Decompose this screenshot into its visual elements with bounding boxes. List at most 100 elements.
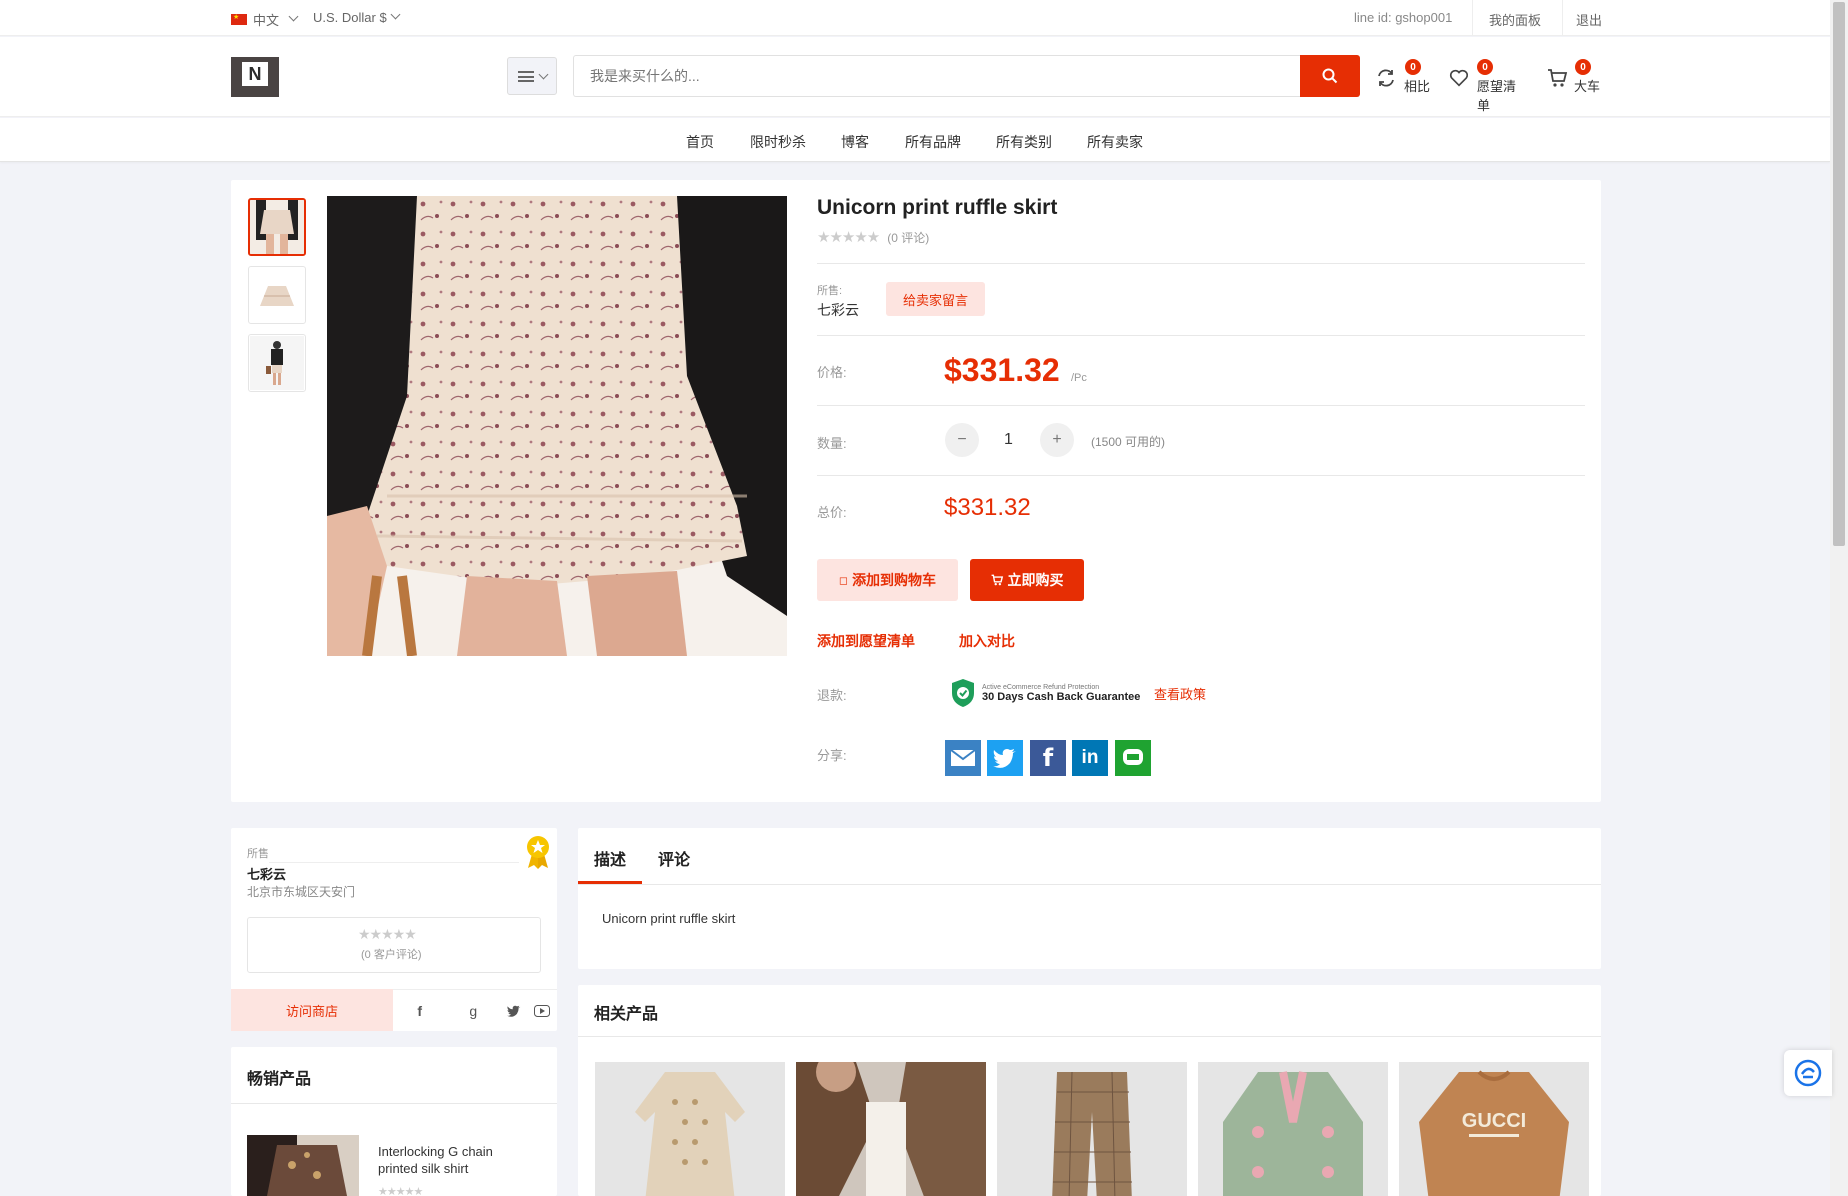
divider [231,1103,557,1104]
chevron-down-icon [288,11,299,22]
rating-row: ★★★★★ (0 评论) [817,228,929,246]
visit-store-button[interactable]: 访问商店 [231,989,393,1031]
seller-address: 北京市东城区天安门 [247,885,356,899]
dashboard-link[interactable]: 我的面板 [1489,10,1541,29]
china-flag-icon [231,13,247,25]
bestseller-image[interactable] [247,1135,359,1196]
quantity-input[interactable]: 1 [1004,431,1013,449]
compare-label: 相比 [1404,79,1431,94]
nav-home[interactable]: 首页 [686,132,714,152]
message-seller-button[interactable]: 给卖家留言 [886,282,985,316]
model-photo-icon [250,336,304,390]
review-count[interactable]: (0 评论) [887,229,929,246]
related-product-card[interactable]: GUCCI [1399,1062,1589,1196]
gg-dress-image [595,1062,785,1196]
chevron-down-icon [538,69,548,79]
bestseller-name[interactable]: Interlocking G chain printed silk shirt [378,1143,528,1177]
seller-rating-stars-icon: ★★★★★ [358,926,417,942]
scrollbar-thumb[interactable] [1833,2,1845,546]
divider [578,884,1601,885]
share-email-button[interactable] [945,740,981,776]
logo-letter: N [242,62,268,86]
tab-description[interactable]: 描述 [594,846,626,870]
thumbnail-3[interactable] [248,334,306,392]
skirt-flat-icon [250,268,304,322]
related-product-card[interactable] [595,1062,785,1196]
currency-selector[interactable]: U.S. Dollar $ [313,9,401,25]
nav-all-categories[interactable]: 所有类别 [996,132,1052,152]
cart-button[interactable]: 0 大车 [1547,59,1607,99]
buy-now-button[interactable]: 立即购买 [970,559,1084,601]
share-facebook-button[interactable]: f [1030,740,1066,776]
total-price-label: 总价: [817,505,847,520]
thumbnail-1[interactable] [248,198,306,256]
gg-cardigan-image [1198,1062,1388,1196]
related-product-card[interactable] [997,1062,1187,1196]
divider [817,335,1585,336]
share-twitter-button[interactable] [987,740,1023,776]
floating-chat-button[interactable] [1784,1050,1832,1096]
refresh-icon [1378,69,1394,87]
cart-icon [1548,69,1568,87]
nav-all-brands[interactable]: 所有品牌 [905,132,961,152]
search-button[interactable] [1300,55,1360,97]
view-policy-link[interactable]: 查看政策 [1154,684,1206,703]
facebook-icon[interactable]: f [400,1003,440,1019]
refund-badge: Active eCommerce Refund Protection 30 Da… [950,678,1140,708]
check-trousers-image [997,1062,1187,1196]
quantity-increase-button[interactable]: + [1040,423,1074,457]
site-logo[interactable]: N [231,57,279,97]
shield-icon [952,679,974,707]
divider [1562,0,1563,36]
wishlist-label: 愿望清单 [1477,79,1517,113]
language-selector[interactable]: 中文 [231,10,299,29]
share-line-button[interactable] [1115,740,1151,776]
nav-blog[interactable]: 博客 [841,132,869,152]
facebook-icon: f [1042,744,1054,772]
add-to-cart-button[interactable]: ◻ 添加到购物车 [817,559,958,601]
category-menu-button[interactable] [507,57,557,95]
compare-button[interactable]: 0 相比 [1375,59,1435,99]
gucci-logo-text: GUCCI [1462,1110,1526,1132]
related-products-title: 相关产品 [594,1006,659,1023]
top-bar: 中文 U.S. Dollar $ line id: gshop001 我的面板 … [0,0,1830,36]
google-icon[interactable]: g [453,1003,493,1019]
related-product-card[interactable] [1198,1062,1388,1196]
seller-name[interactable]: 七彩云 [817,300,859,320]
divider [817,405,1585,406]
seller-social-links: f g [393,989,557,1031]
skirt-photo-icon [250,200,304,254]
wishlist-button[interactable]: 0 愿望清单 [1448,59,1528,113]
seller-sold-by-label: 所售 [247,848,269,860]
seller-card-name[interactable]: 七彩云 [247,864,286,883]
divider [269,862,519,863]
twitter-icon[interactable] [506,1005,521,1017]
nav-flash-sale[interactable]: 限时秒杀 [750,132,806,152]
youtube-icon[interactable] [534,1004,551,1017]
add-to-wishlist-link[interactable]: 添加到愿望清单 [817,631,915,651]
nav-all-sellers[interactable]: 所有卖家 [1087,132,1143,152]
tab-reviews[interactable]: 评论 [658,846,690,870]
search-icon [1322,68,1338,84]
divider [817,475,1585,476]
search-input[interactable] [573,55,1300,97]
share-linkedin-button[interactable]: in [1072,740,1108,776]
price-unit: /Pc [1071,372,1087,384]
cart-icon [991,574,1003,586]
logout-link[interactable]: 退出 [1576,10,1602,29]
share-label: 分享: [817,748,847,763]
check-blazer-image [796,1062,986,1196]
skirt-main-image [327,196,787,656]
quantity-decrease-button[interactable]: − [945,423,979,457]
related-product-card[interactable] [796,1062,986,1196]
main-product-image[interactable] [327,196,787,656]
line-chat-icon [1123,749,1143,765]
cart-count-badge: 0 [1575,59,1591,75]
cart-label: 大车 [1574,79,1601,94]
buy-now-label: 立即购买 [1007,572,1064,588]
hamburger-icon [517,70,534,82]
add-to-compare-link[interactable]: 加入对比 [959,631,1015,651]
header: N 0 相比 0 愿望清单 0 大车 [0,37,1830,117]
thumbnail-2[interactable] [248,266,306,324]
rating-stars-icon: ★★★★★ [817,229,880,246]
